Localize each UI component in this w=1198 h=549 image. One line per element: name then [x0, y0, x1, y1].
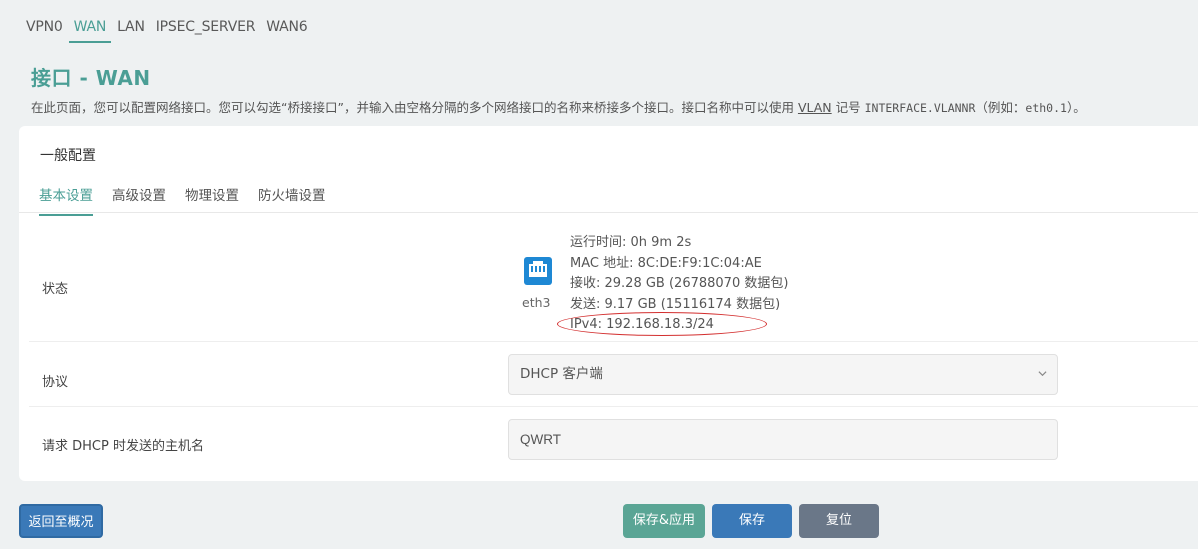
status-label: 状态 — [42, 282, 69, 297]
tab-wan6[interactable]: WAN6 — [266, 19, 307, 43]
desc-text-3: （例如： — [975, 100, 1026, 115]
ethernet-port-icon — [524, 257, 552, 285]
desc-code-1: INTERFACE.VLANNR — [864, 101, 976, 115]
uptime-text: 运行时间: 0h 9m 2s — [570, 235, 692, 250]
page-description: 在此页面，您可以配置网络接口。您可以勾选“桥接接口”，并输入由空格分隔的多个网络… — [31, 97, 1086, 116]
tab-wan[interactable]: WAN — [68, 19, 112, 43]
desc-text-4: ）。 — [1066, 100, 1086, 115]
protocol-select[interactable]: DHCP 客户端 — [508, 354, 1058, 395]
page-title: 接口 - WAN — [31, 66, 151, 90]
protocol-label: 协议 — [42, 375, 69, 390]
chevron-down-icon — [1038, 371, 1047, 377]
mac-text: MAC 地址: 8C:DE:F9:1C:04:AE — [570, 255, 762, 271]
desc-code-2: eth0.1 — [1025, 101, 1067, 115]
tab-lan[interactable]: LAN — [117, 19, 145, 43]
rx-text: 接收: 29.28 GB (26788070 数据包) — [570, 276, 789, 291]
tab-vpn0[interactable]: VPN0 — [26, 19, 63, 43]
device-name: eth3 — [522, 295, 551, 310]
back-to-overview-button[interactable]: 返回至概况 — [19, 504, 103, 538]
save-apply-button[interactable]: 保存&应用 — [623, 504, 705, 538]
ipv4-highlight-ellipse — [557, 312, 767, 336]
desc-text-2: 记号 — [831, 100, 865, 115]
section-title: 一般配置 — [40, 148, 96, 164]
protocol-value: DHCP 客户端 — [520, 366, 603, 382]
config-card: 一般配置 基本设置 高级设置 物理设置 防火墙设置 状态 eth3 运行时间: … — [19, 126, 1198, 481]
interface-tabs: VPN0 WAN LAN IPSEC_SERVER WAN6 — [26, 19, 318, 43]
desc-text-1: 在此页面，您可以配置网络接口。您可以勾选“桥接接口”，并输入由空格分隔的多个网络… — [31, 100, 798, 115]
reset-button[interactable]: 复位 — [799, 504, 879, 538]
save-button[interactable]: 保存 — [712, 504, 792, 538]
tab-ipsec-server[interactable]: IPSEC_SERVER — [156, 19, 256, 43]
hostname-label: 请求 DHCP 时发送的主机名 — [42, 439, 204, 454]
hostname-input[interactable] — [508, 419, 1058, 460]
vlan-link[interactable]: VLAN — [798, 100, 832, 115]
